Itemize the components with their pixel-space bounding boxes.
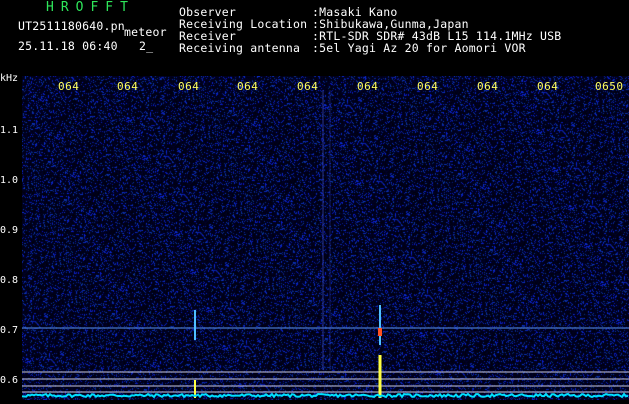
signal-trace xyxy=(21,392,629,399)
x-tick: 064 xyxy=(58,80,80,93)
x-tick: 064 xyxy=(297,80,319,93)
x-tick: 064 xyxy=(477,80,499,93)
x-tick: 064 xyxy=(537,80,559,93)
y-tick: 1.1 xyxy=(0,125,19,136)
x-tick: 0650 xyxy=(595,80,624,93)
y-tick: 1.0 xyxy=(0,175,19,186)
y-axis-unit: kHz xyxy=(0,73,19,84)
y-tick: 0.9 xyxy=(0,225,19,236)
y-tick: 0.7 xyxy=(0,325,19,336)
spectrogram-overlay xyxy=(21,90,629,399)
x-tick: 064 xyxy=(117,80,139,93)
meteor-head xyxy=(378,328,382,336)
x-tick: 064 xyxy=(237,80,259,93)
y-tick: 0.8 xyxy=(0,275,19,286)
x-tick: 064 xyxy=(178,80,200,93)
x-tick: 064 xyxy=(417,80,439,93)
x-tick: 064 xyxy=(357,80,379,93)
y-tick: 0.6 xyxy=(0,375,19,386)
